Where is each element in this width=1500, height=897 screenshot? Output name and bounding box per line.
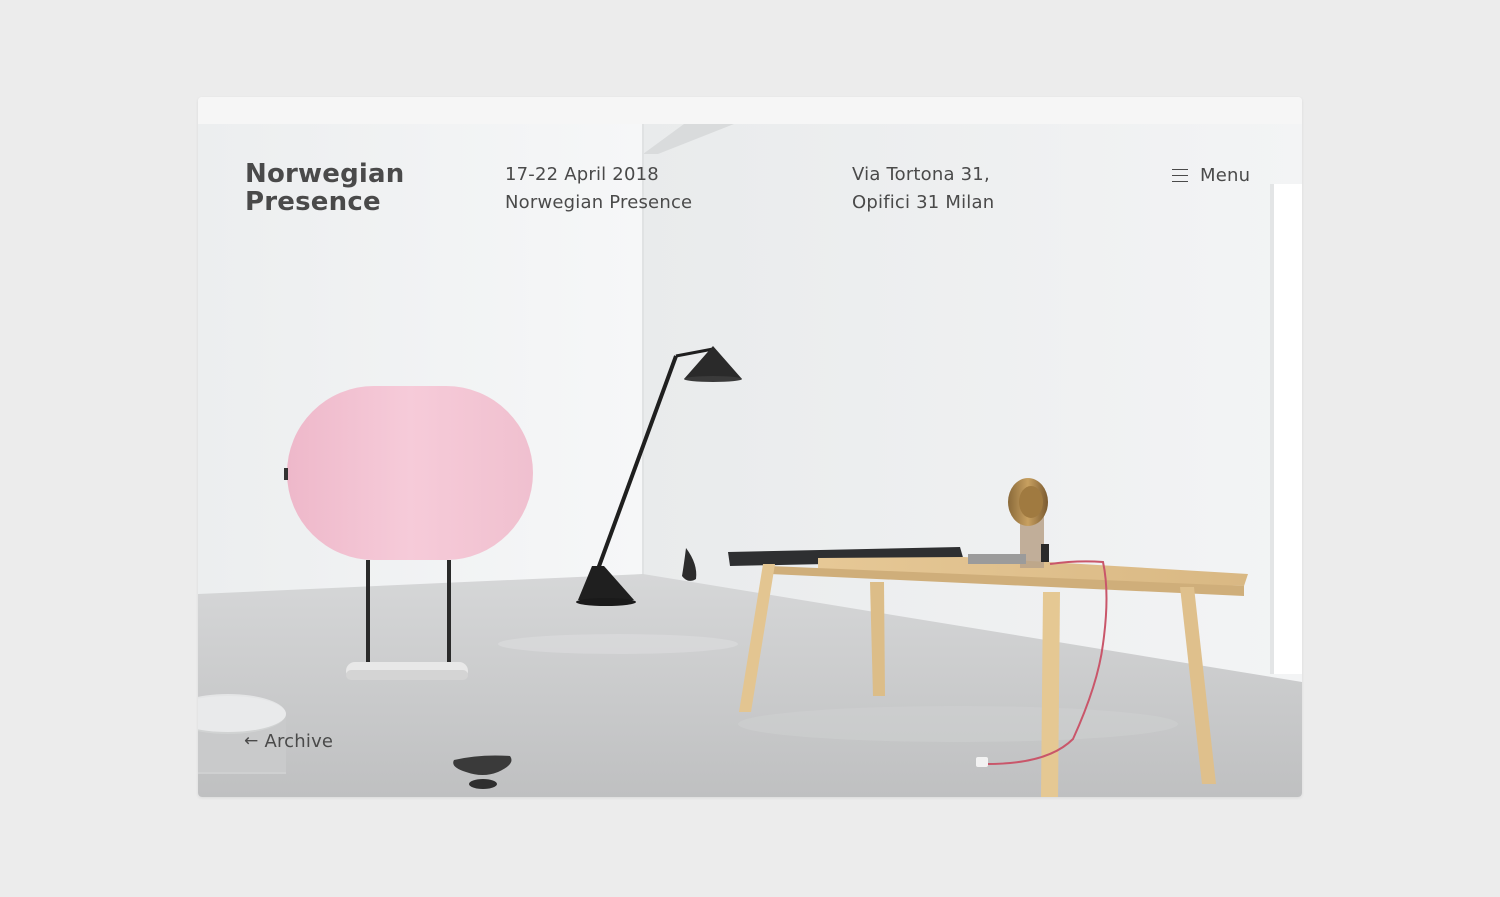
- archive-label: Archive: [264, 730, 334, 752]
- hero-section: Norwegian Presence 17-22 April 2018 Norw…: [198, 124, 1302, 797]
- hamburger-menu-icon: [1172, 168, 1188, 183]
- venue-address: Via Tortona 31, Opifici 31 Milan: [852, 161, 994, 217]
- event-dates: 17-22 April 2018: [505, 164, 659, 185]
- logo-line-2: Presence: [245, 187, 381, 217]
- event-name: Norwegian Presence: [505, 192, 693, 213]
- arrow-left-icon: ←: [244, 731, 259, 751]
- hero-overlay: Norwegian Presence 17-22 April 2018 Norw…: [198, 124, 1302, 797]
- menu-label: Menu: [1200, 164, 1251, 186]
- browser-window: Norwegian Presence 17-22 April 2018 Norw…: [198, 97, 1302, 797]
- archive-link[interactable]: ← Archive: [244, 727, 333, 755]
- venue-line-2: Opifici 31 Milan: [852, 192, 995, 213]
- venue-line-1: Via Tortona 31,: [852, 164, 990, 185]
- event-info: 17-22 April 2018 Norwegian Presence: [505, 161, 692, 217]
- logo-line-1: Norwegian: [245, 159, 405, 189]
- menu-button[interactable]: Menu: [1172, 161, 1250, 189]
- site-logo[interactable]: Norwegian Presence: [245, 160, 404, 216]
- browser-title-bar: [198, 97, 1302, 124]
